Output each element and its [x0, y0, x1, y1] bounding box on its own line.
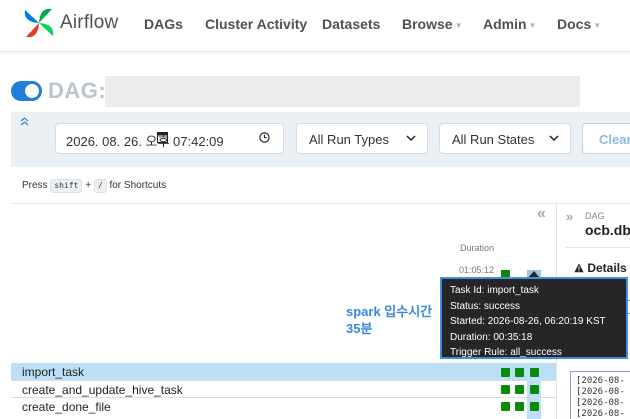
task-instance-success[interactable] — [515, 368, 524, 377]
nav-admin[interactable]: Admin ▼ — [483, 16, 536, 32]
log-line: [2026-08- — [576, 409, 625, 419]
details-label: Details — [587, 261, 627, 275]
warning-icon — [574, 263, 584, 273]
task-tooltip: Task Id: import_task Status: success Sta… — [440, 277, 628, 359]
tooltip-trigger-rule: Trigger Rule: all_success — [450, 347, 562, 358]
annotation-line1: spark 입수시간 — [346, 304, 433, 319]
task-instance-success[interactable] — [530, 368, 539, 377]
nav-dags[interactable]: DAGs — [144, 16, 183, 32]
task-row-create-and-update-hive-task[interactable]: create_and_update_hive_task — [11, 380, 556, 397]
dag-title-label: DAG: — [48, 78, 107, 103]
clear-filters-button[interactable]: Clear — [582, 123, 630, 154]
task-instance-success[interactable] — [515, 402, 524, 411]
details-panel-edge — [626, 300, 630, 314]
collapse-details-icon[interactable]: » — [566, 209, 573, 224]
shortcuts-suffix: for Shortcuts — [109, 180, 167, 191]
annotation-line2: 35분 — [346, 321, 373, 336]
chevron-down-icon — [406, 135, 416, 142]
divider — [11, 203, 630, 204]
collapse-up-icon[interactable] — [20, 117, 29, 126]
task-name: create_done_file — [22, 400, 111, 414]
base-date-input[interactable]: 2026. 08. 26. 오후 07:42:09 — [55, 123, 284, 154]
kbd-shift: shift — [50, 179, 83, 193]
clock-icon[interactable] — [259, 132, 270, 143]
task-instance-success[interactable] — [530, 385, 539, 394]
collapse-grid-icon[interactable]: « — [537, 205, 546, 223]
duration-value: 01:05:12 — [459, 265, 495, 275]
log-line: [2026-08- — [576, 387, 625, 397]
task-row-create-done-file[interactable]: create_done_file — [11, 397, 556, 414]
run-type-select[interactable]: All Run Types — [296, 123, 428, 154]
tooltip-status: Status: success — [450, 300, 521, 312]
shortcuts-plus: + — [85, 180, 92, 191]
task-instance-success[interactable] — [501, 402, 510, 411]
task-name: import_task — [22, 365, 85, 379]
brand-name[interactable]: Airflow — [60, 12, 118, 34]
tooltip-started: Started: 2026-08-26, 06:20:19 KST — [450, 316, 606, 327]
airflow-logo-icon[interactable] — [22, 6, 56, 40]
log-line: [2026-08- — [576, 398, 625, 408]
dag-pause-toggle[interactable] — [11, 81, 42, 101]
task-instance-success[interactable] — [515, 385, 524, 394]
task-instance-success[interactable] — [501, 368, 510, 377]
run-state-select[interactable]: All Run States — [439, 123, 571, 154]
annotation-text: spark 입수시간 35분 — [346, 303, 432, 337]
task-row-import-task[interactable]: import_task — [11, 363, 556, 380]
shortcuts-hint: Press shift + / for Shortcuts — [22, 179, 166, 193]
log-line: [2026-08- — [576, 376, 625, 386]
caret-down-icon: ▼ — [593, 21, 602, 30]
divider — [566, 247, 630, 248]
tooltip-task-id: Task Id: import_task — [450, 285, 539, 296]
nav-docs[interactable]: Docs ▼ — [557, 16, 601, 32]
caret-down-icon: ▼ — [454, 21, 463, 30]
shortcuts-press: Press — [22, 180, 48, 191]
calendar-icon[interactable] — [157, 131, 168, 143]
nav-browse[interactable]: Browse ▼ — [402, 16, 463, 32]
dag-name-redacted — [105, 76, 580, 107]
details-dag-label: DAG — [585, 211, 605, 221]
task-instance-success[interactable] — [501, 385, 510, 394]
tooltip-duration: Duration: 00:35:18 — [450, 331, 533, 343]
task-name: create_and_update_hive_task — [22, 383, 183, 397]
run-state-value: All Run States — [452, 132, 535, 147]
details-dag-name[interactable]: ocb.db — [585, 222, 630, 238]
nav-cluster-activity[interactable]: Cluster Activity — [205, 16, 307, 32]
caret-down-icon: ▼ — [528, 21, 537, 30]
task-instance-success[interactable] — [530, 402, 539, 411]
top-navbar: Airflow DAGs Cluster Activity Datasets B… — [0, 0, 630, 52]
details-tab[interactable]: Details — [574, 261, 627, 275]
chevron-down-icon — [549, 135, 559, 142]
nav-datasets[interactable]: Datasets — [322, 16, 380, 32]
run-duration-bar[interactable] — [501, 270, 510, 277]
duration-label: Duration — [460, 243, 495, 253]
kbd-slash: / — [93, 179, 107, 193]
toggle-knob — [25, 84, 39, 98]
run-type-value: All Run Types — [309, 132, 389, 147]
